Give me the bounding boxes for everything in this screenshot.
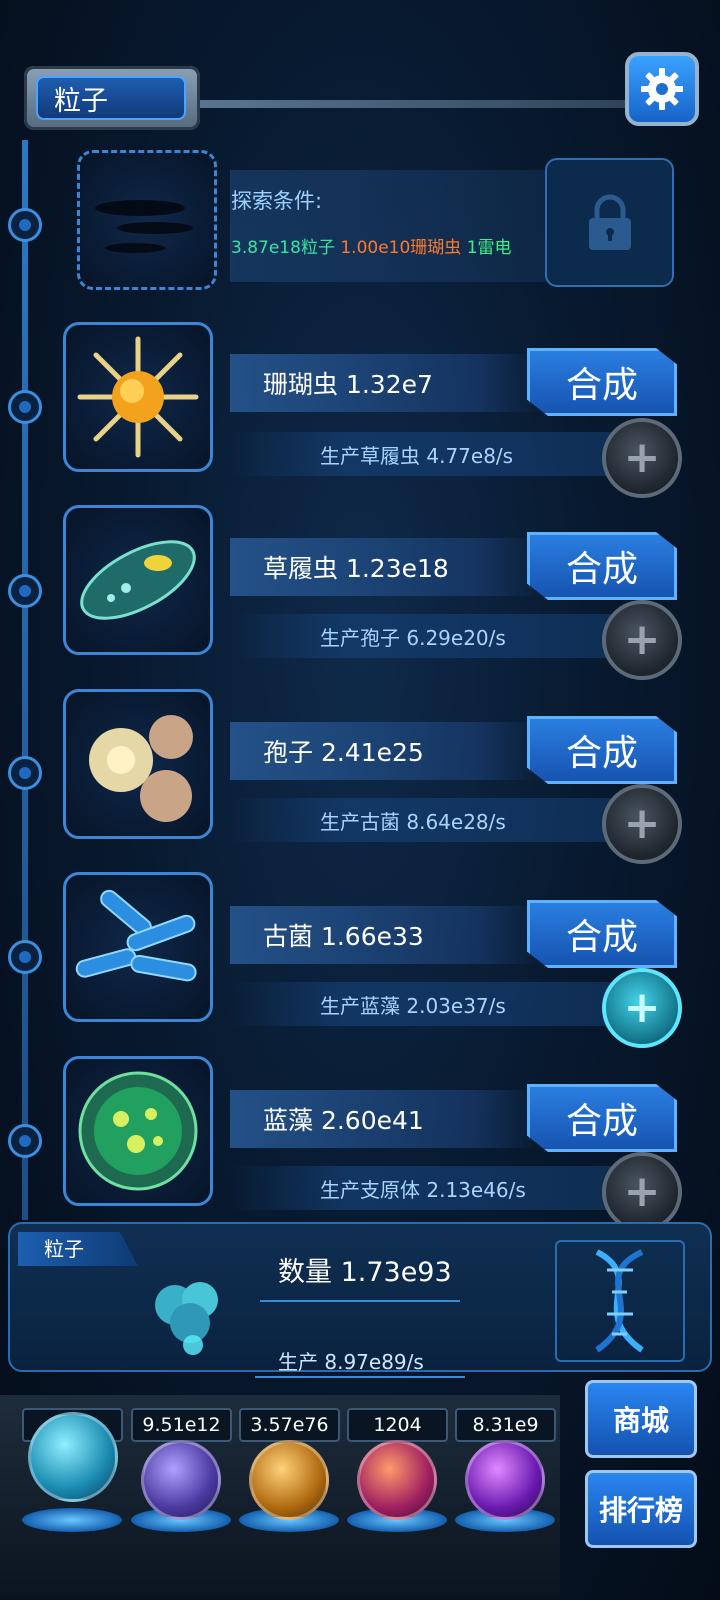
rail-node — [8, 940, 42, 974]
lock-icon — [588, 194, 631, 250]
galaxy-orb-icon[interactable] — [249, 1440, 329, 1520]
coral-thumbnail — [63, 322, 213, 472]
requirement-coral: 1.00e10珊瑚虫 — [340, 238, 462, 258]
rail-node — [8, 390, 42, 424]
orb-pedestal — [22, 1508, 122, 1532]
plus-icon: + — [623, 1166, 661, 1217]
explore-requirements: 3.87e18粒子 1.00e10珊瑚虫 1雷电 — [231, 233, 512, 258]
rail-node — [8, 574, 42, 608]
connector-line — [260, 1300, 460, 1302]
explore-condition-label: 探索条件: — [231, 189, 323, 213]
synthesize-button-paramecium[interactable]: 合成 — [527, 532, 677, 600]
plus-icon: + — [623, 798, 661, 849]
connector-line — [255, 1376, 465, 1378]
resource-quantity: 数量 1.73e93 — [278, 1257, 452, 1288]
settings-button[interactable] — [625, 52, 699, 126]
unit-name-cyanobacteria: 蓝藻 2.60e41 — [230, 1090, 540, 1148]
requirement-particle: 3.87e18粒子 — [231, 238, 335, 258]
requirement-thunder: 1雷电 — [466, 238, 512, 258]
page-title: 粒子 — [36, 76, 186, 120]
cyanobacteria-thumbnail — [63, 1056, 213, 1206]
unit-name-archaea: 古菌 1.66e33 — [230, 906, 540, 964]
gear-icon — [641, 68, 683, 110]
upgrade-button-archaea[interactable]: + — [602, 968, 682, 1048]
resource-production: 生产 8.97e89/s — [278, 1350, 424, 1374]
upgrade-button-paramecium[interactable]: + — [602, 600, 682, 680]
unlock-button[interactable] — [545, 158, 674, 287]
unit-name-paramecium: 草履虫 1.23e18 — [230, 538, 540, 596]
plus-icon: + — [623, 614, 661, 665]
brain-orb-icon[interactable] — [357, 1440, 437, 1520]
ranking-button[interactable]: 排行榜 — [585, 1470, 697, 1548]
locked-unit-thumbnail — [77, 150, 217, 290]
production-cyanobacteria: 生产支原体 2.13e46/s — [230, 1166, 620, 1210]
vortex-orb-icon[interactable] — [465, 1440, 545, 1520]
rail-node-lock-icon — [8, 208, 42, 242]
dna-icon — [555, 1240, 685, 1362]
upgrade-button-coral[interactable]: + — [602, 418, 682, 498]
particle-cluster-icon — [135, 1265, 245, 1365]
synthesize-button-cyanobacteria[interactable]: 合成 — [527, 1084, 677, 1152]
currency-value-vortex: 8.31e9 — [455, 1408, 556, 1442]
lightning-orb-icon[interactable] — [141, 1440, 221, 1520]
particle-orb-icon[interactable] — [28, 1412, 118, 1502]
upgrade-button-spore[interactable]: + — [602, 784, 682, 864]
synthesize-button-coral[interactable]: 合成 — [527, 348, 677, 416]
shop-button[interactable]: 商城 — [585, 1380, 697, 1458]
rail-node — [8, 756, 42, 790]
production-archaea: 生产蓝藻 2.03e37/s — [230, 982, 620, 1026]
plus-icon: + — [623, 432, 661, 483]
unit-name-spore: 孢子 2.41e25 — [230, 722, 540, 780]
currency-value-lightning: 9.51e12 — [131, 1408, 232, 1442]
currency-value-galaxy: 3.57e76 — [239, 1408, 340, 1442]
rail-node — [8, 1124, 42, 1158]
title-plate: 粒子 — [24, 66, 200, 130]
synthesize-button-archaea[interactable]: 合成 — [527, 900, 677, 968]
paramecium-thumbnail — [63, 505, 213, 655]
production-paramecium: 生产孢子 6.29e20/s — [230, 614, 620, 658]
spore-thumbnail — [63, 689, 213, 839]
upgrade-button-cyanobacteria[interactable]: + — [602, 1152, 682, 1232]
top-frame-line — [200, 100, 640, 108]
resource-tag: 粒子 — [18, 1232, 138, 1266]
production-coral: 生产草履虫 4.77e8/s — [230, 432, 620, 476]
unit-name-coral: 珊瑚虫 1.32e7 — [230, 354, 540, 412]
production-spore: 生产古菌 8.64e28/s — [230, 798, 620, 842]
currency-value-brain: 1204 — [347, 1408, 448, 1442]
plus-icon: + — [623, 982, 661, 1033]
archaea-thumbnail — [63, 872, 213, 1022]
left-rail — [22, 140, 28, 1220]
top-bar: 粒子 — [10, 50, 710, 140]
synthesize-button-spore[interactable]: 合成 — [527, 716, 677, 784]
